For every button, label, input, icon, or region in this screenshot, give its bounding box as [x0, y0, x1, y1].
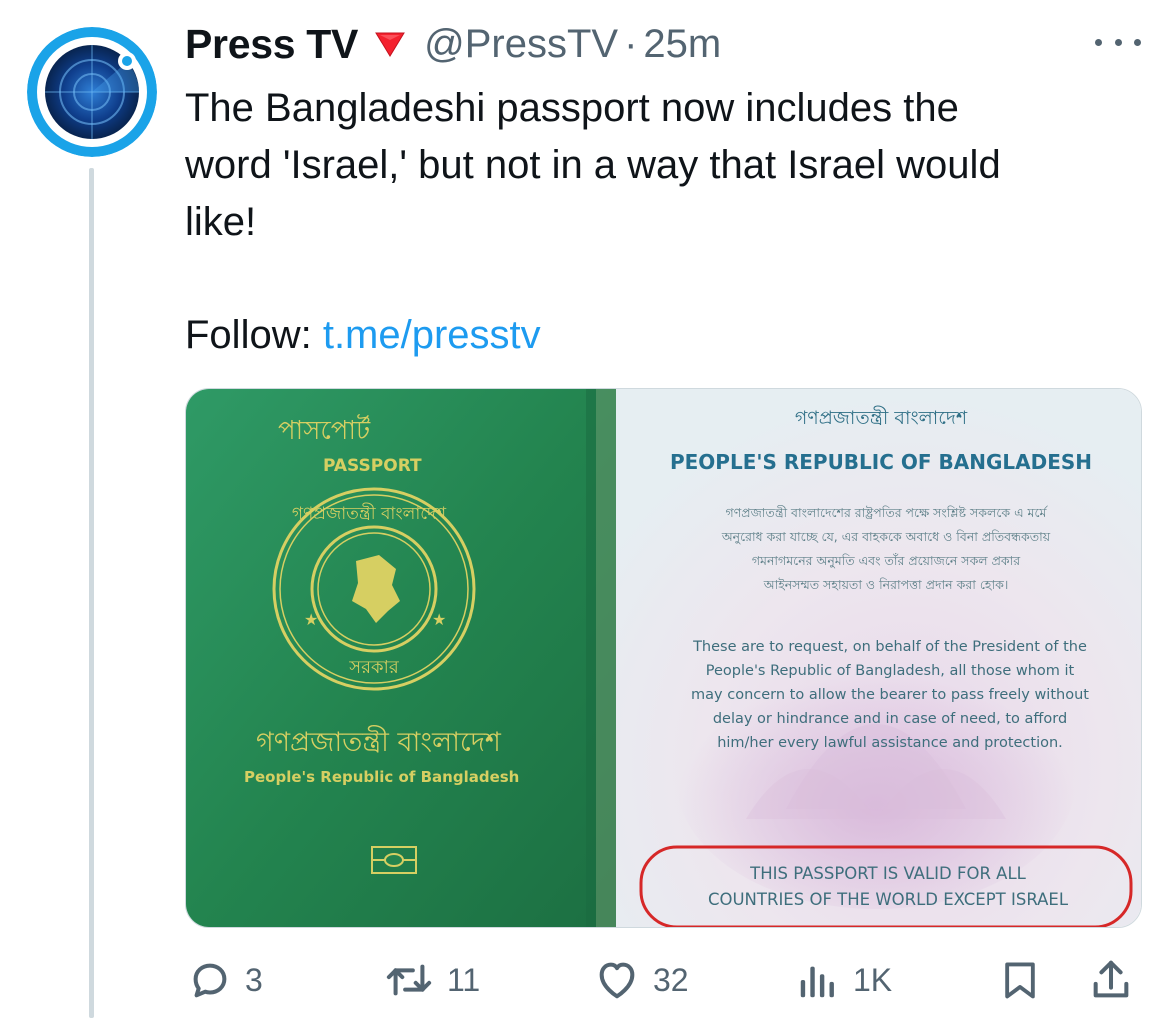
views-count: 1K	[853, 961, 893, 998]
reply-icon	[193, 963, 227, 998]
tweet-media[interactable]: পাসপোর্ট PASSPORT গণপ্রজাতন্ত্রী বাংলাদে…	[185, 388, 1142, 928]
views-icon	[800, 966, 834, 998]
page-body-en-line: delay or hindrance and in case of need, …	[713, 711, 1067, 727]
page-body-bn-line: অনুরোধ করা যাচ্ছে যে, এর বাহককে অবাধে ও …	[721, 529, 1051, 545]
page-body-en-line: People's Republic of Bangladesh, all tho…	[706, 663, 1075, 679]
retweet-count: 11	[447, 961, 481, 998]
red-triangle-icon	[374, 30, 406, 58]
svg-text:★: ★	[432, 612, 446, 629]
page-header-bn: গণপ্রজাতন্ত্রী বাংলাদেশ	[795, 406, 968, 429]
page-body-en-line: him/her every lawful assistance and prot…	[717, 735, 1063, 751]
page-body-en-line: These are to request, on behalf of the P…	[692, 639, 1087, 655]
page-body-en-line: may concern to allow the bearer to pass …	[691, 687, 1089, 703]
validity-line: COUNTRIES OF THE WORLD EXCEPT ISRAEL	[708, 890, 1069, 909]
more-icon[interactable]	[1095, 30, 1141, 54]
tweet-text-line: like!	[185, 200, 257, 244]
retweet-icon	[386, 964, 432, 996]
svg-text:★: ★	[304, 612, 318, 629]
page-body-bn-line: আইনসম্মত সহায়তা ও নিরাপত্তা প্রদান করা …	[763, 577, 1009, 592]
share-button[interactable]	[1088, 950, 1134, 1010]
timestamp[interactable]: 25m	[643, 22, 721, 67]
cover-country-bn: গণপ্রজাতন্ত্রী বাংলাদেশ	[256, 725, 502, 758]
follow-label: Follow:	[185, 313, 312, 357]
display-name[interactable]: Press TV	[185, 21, 358, 68]
page-body-bn-line: গমনাগমনের অনুমতি এবং তাঁর প্রয়োজনে সকল …	[752, 553, 1021, 569]
views-button[interactable]: 1K	[795, 950, 892, 1010]
cover-title-bn: পাসপোর্ট	[278, 414, 371, 446]
avatar[interactable]	[27, 27, 157, 157]
tweet-header: Press TV @PressTV · 25m	[185, 18, 721, 70]
action-bar: 3 11 32 1K	[0, 950, 1170, 1010]
follow-line: Follow: t.me/presstv	[185, 307, 541, 364]
tweet-text-line: word 'Israel,' but not in a way that Isr…	[185, 143, 1001, 187]
tweet-text-line: The Bangladeshi passport now includes th…	[185, 86, 959, 130]
like-button[interactable]: 32	[593, 950, 689, 1010]
separator: ·	[624, 21, 638, 66]
page-body-bn-line: গণপ্রজাতন্ত্রী বাংলাদেশের রাষ্ট্রপতির পক…	[726, 505, 1049, 520]
heart-icon	[599, 962, 635, 999]
cover-country-en: People's Republic of Bangladesh	[244, 768, 519, 786]
cover-title-en: PASSPORT	[323, 456, 422, 476]
reply-count: 3	[245, 961, 263, 998]
emblem-top-text: গণপ্রজাতন্ত্রী বাংলাদেশ	[292, 503, 447, 524]
tweet-text: The Bangladeshi passport now includes th…	[185, 80, 1145, 251]
handle[interactable]: @PressTV	[424, 22, 618, 67]
thread-line	[89, 168, 94, 1018]
bookmark-button[interactable]	[998, 950, 1042, 1010]
validity-line: THIS PASSPORT IS VALID FOR ALL	[749, 864, 1027, 883]
reply-button[interactable]: 3	[187, 950, 263, 1010]
bookmark-icon	[1005, 962, 1035, 999]
retweet-button[interactable]: 11	[383, 950, 480, 1010]
like-count: 32	[653, 961, 689, 998]
share-icon	[1093, 960, 1129, 998]
page-header-en: PEOPLE'S REPUBLIC OF BANGLADESH	[670, 450, 1092, 474]
follow-link[interactable]: t.me/presstv	[323, 313, 541, 357]
emblem-bottom-text: সরকার	[348, 657, 400, 678]
press-tv-logo	[27, 27, 157, 157]
